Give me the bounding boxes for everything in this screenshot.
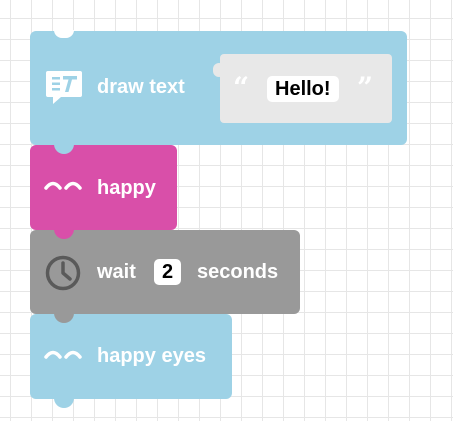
happy-label: happy (97, 177, 156, 199)
slot-connector (213, 63, 225, 77)
open-quote-icon: “ (233, 71, 250, 104)
wait-seconds-input[interactable]: 2 (154, 259, 181, 285)
draw-text-label: draw text (97, 76, 185, 98)
text-input-slot[interactable]: “ Hello! ” (213, 54, 392, 123)
wait-label: wait (97, 261, 136, 283)
happy-eyes-label: happy eyes (97, 345, 206, 367)
happy-eyes-icon (44, 346, 82, 364)
block-tab (54, 398, 74, 408)
seconds-label: seconds (197, 261, 279, 283)
wait-block[interactable]: wait 2 seconds (30, 230, 300, 323)
happy-eyes-block[interactable]: happy eyes (30, 314, 232, 408)
draw-text-icon (44, 68, 84, 106)
clock-icon (44, 254, 82, 292)
text-value-field[interactable]: Hello! (267, 76, 339, 102)
happy-block[interactable]: happy (30, 145, 177, 239)
draw-text-block[interactable]: draw text “ Hello! ” (30, 30, 407, 154)
close-quote-icon: ” (357, 71, 374, 104)
block-notch (54, 30, 74, 38)
happy-eyes-icon (44, 177, 82, 195)
